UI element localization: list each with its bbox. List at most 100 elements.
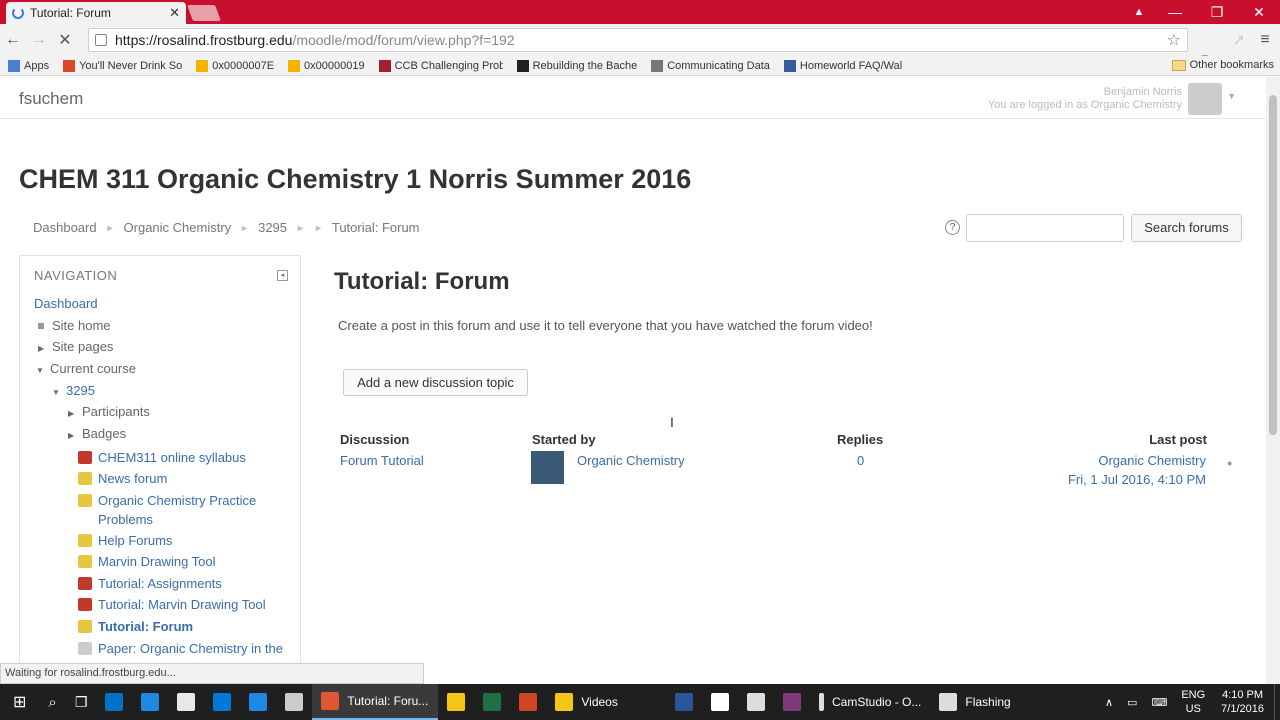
search-forums-button[interactable]: Search forums <box>1131 214 1242 242</box>
taskbar-app[interactable] <box>240 684 276 720</box>
bookmark-item[interactable]: CCB Challenging Prob <box>378 59 503 72</box>
tab-title: Tutorial: Forum <box>30 6 111 20</box>
taskbar-app[interactable] <box>774 684 810 720</box>
breadcrumb-separator-icon: ► <box>105 223 115 233</box>
other-bookmarks[interactable]: Other bookmarks <box>1171 59 1274 71</box>
bookmark-item[interactable]: 0x00000019 <box>288 59 365 72</box>
starter-name[interactable]: Organic Chemistry <box>577 453 685 468</box>
taskbar-app[interactable] <box>510 684 546 720</box>
column-replies[interactable]: Replies <box>837 432 883 447</box>
bookmark-item[interactable]: Homeworld FAQ/Wal <box>783 59 902 72</box>
column-last-post[interactable]: Last post <box>1149 432 1207 447</box>
replies-count[interactable]: 0 <box>857 453 864 468</box>
search-input[interactable] <box>966 214 1124 242</box>
taskbar-app[interactable] <box>438 684 474 720</box>
avatar[interactable] <box>1188 83 1222 115</box>
bookmark-item[interactable]: Communicating Data <box>651 59 770 72</box>
bookmark-item[interactable]: Apps <box>8 59 49 72</box>
taskbar-app[interactable] <box>702 684 738 720</box>
minimize-button[interactable]: — <box>1154 4 1196 20</box>
app-icon <box>519 693 538 711</box>
show-desktop-button[interactable] <box>1274 684 1280 720</box>
forward-button[interactable]: → <box>26 31 52 49</box>
nav-activity-item[interactable]: Help Forums <box>78 531 172 550</box>
language-indicator[interactable]: ENG US <box>1181 688 1205 716</box>
chevron-down-icon[interactable]: ▼ <box>1227 91 1236 101</box>
site-name-link[interactable]: fsuchem <box>19 89 83 109</box>
nav-activity-item[interactable]: News forum <box>78 469 167 488</box>
start-button[interactable]: ⊞ <box>0 684 39 720</box>
profile-icon[interactable]: ▲ <box>1124 6 1154 18</box>
bookmark-item[interactable]: 0x0000007E <box>196 59 274 72</box>
app-icon <box>105 693 124 711</box>
nav-dashboard[interactable]: Dashboard <box>34 296 98 311</box>
nav-participants[interactable]: ▶ Participants <box>68 404 150 419</box>
nav-activity-item[interactable]: Tutorial: Forum <box>78 617 193 636</box>
nav-badges[interactable]: ▶ Badges <box>68 426 126 441</box>
share-icon[interactable]: ➚ <box>1226 30 1252 50</box>
taskbar-app[interactable]: Videos <box>546 684 666 720</box>
collapse-block-icon[interactable]: ◂ <box>277 270 288 281</box>
nav-activity-item[interactable]: Marvin Drawing Tool <box>78 552 216 571</box>
task-view-icon[interactable]: ❒ <box>66 684 97 720</box>
forum-intro: Create a post in this forum and use it t… <box>338 318 873 333</box>
tab-close-icon[interactable]: ✕ <box>169 5 180 21</box>
scrollbar-thumb[interactable] <box>1269 95 1277 435</box>
breadcrumb: Dashboard ► Organic Chemistry ► 3295 ► ►… <box>33 220 420 236</box>
last-post-user[interactable]: Organic Chemistry <box>1098 453 1206 468</box>
clock[interactable]: 4:10 PM 7/1/2016 <box>1221 688 1264 716</box>
bookmark-item[interactable]: Rebuilding the Bache <box>516 59 637 72</box>
breadcrumb-current[interactable]: Tutorial: Forum <box>332 220 420 236</box>
taskbar-app[interactable] <box>204 684 240 720</box>
taskbar-app[interactable] <box>96 684 132 720</box>
menu-icon[interactable]: ≡ <box>1252 31 1278 49</box>
browser-tab[interactable]: Tutorial: Forum ✕ <box>6 2 186 24</box>
taskbar-app[interactable]: Tutorial: Foru... <box>312 684 439 720</box>
close-window-button[interactable]: ✕ <box>1238 4 1280 21</box>
taskbar-app[interactable]: Flashing <box>930 684 1050 720</box>
nav-site-pages[interactable]: ▶ Site pages <box>38 339 113 354</box>
page-scrollbar[interactable] <box>1266 77 1280 684</box>
nav-current-course[interactable]: ▼ Current course <box>36 361 136 376</box>
breadcrumb-section[interactable]: 3295 <box>258 220 287 236</box>
bookmark-item[interactable]: You'll Never Drink So <box>63 59 182 72</box>
column-discussion[interactable]: Discussion <box>340 432 409 447</box>
taskbar-app[interactable]: CamStudio - O... <box>810 684 930 720</box>
nav-activity-item[interactable]: Organic Chemistry Practice Problems <box>78 491 256 529</box>
loading-spinner-icon <box>12 7 24 19</box>
nav-site-home[interactable]: Site home <box>34 318 111 333</box>
taskbar-app[interactable] <box>276 684 312 720</box>
breadcrumb-course[interactable]: Organic Chemistry <box>124 220 232 236</box>
search-icon[interactable]: ⌕ <box>39 684 65 720</box>
taskbar-app[interactable] <box>666 684 702 720</box>
nav-course-3295[interactable]: ▼ 3295 <box>52 383 95 398</box>
app-icon <box>321 692 340 710</box>
starter-avatar[interactable] <box>531 451 564 484</box>
breadcrumb-dashboard[interactable]: Dashboard <box>33 220 97 236</box>
stop-button[interactable]: ✕ <box>52 30 78 50</box>
url-input[interactable]: https://rosalind.frostburg.edu /moodle/m… <box>88 28 1188 52</box>
column-started-by[interactable]: Started by <box>532 432 596 447</box>
taskbar-app[interactable] <box>132 684 168 720</box>
notification-icon[interactable]: ▭ <box>1127 696 1137 709</box>
bookmark-star-icon[interactable]: ☆ <box>1167 30 1181 50</box>
nav-activity-item[interactable]: Tutorial: Marvin Drawing Tool <box>78 595 266 614</box>
taskbar-app[interactable] <box>474 684 510 720</box>
discussion-link[interactable]: Forum Tutorial <box>340 453 424 468</box>
chevron-up-icon[interactable]: ∧ <box>1105 696 1113 709</box>
help-icon[interactable]: ? <box>945 220 960 235</box>
keyboard-icon[interactable]: ⌨ <box>1151 696 1167 709</box>
nav-activity-item[interactable]: Tutorial: Assignments <box>78 574 222 593</box>
add-discussion-button[interactable]: Add a new discussion topic <box>343 369 528 396</box>
nav-activity-item[interactable]: CHEM311 online syllabus <box>78 448 246 467</box>
app-icon <box>747 693 766 711</box>
user-name[interactable]: Benjamin Norris <box>988 86 1182 99</box>
app-icon <box>249 693 268 711</box>
back-button[interactable]: ← <box>0 31 26 49</box>
restore-button[interactable]: ❐ <box>1196 4 1238 21</box>
new-tab-button[interactable] <box>187 5 221 21</box>
taskbar-app[interactable] <box>738 684 774 720</box>
page-icon <box>95 34 107 46</box>
last-post-date[interactable]: Fri, 1 Jul 2016, 4:10 PM <box>1068 472 1206 487</box>
taskbar-app[interactable] <box>168 684 204 720</box>
